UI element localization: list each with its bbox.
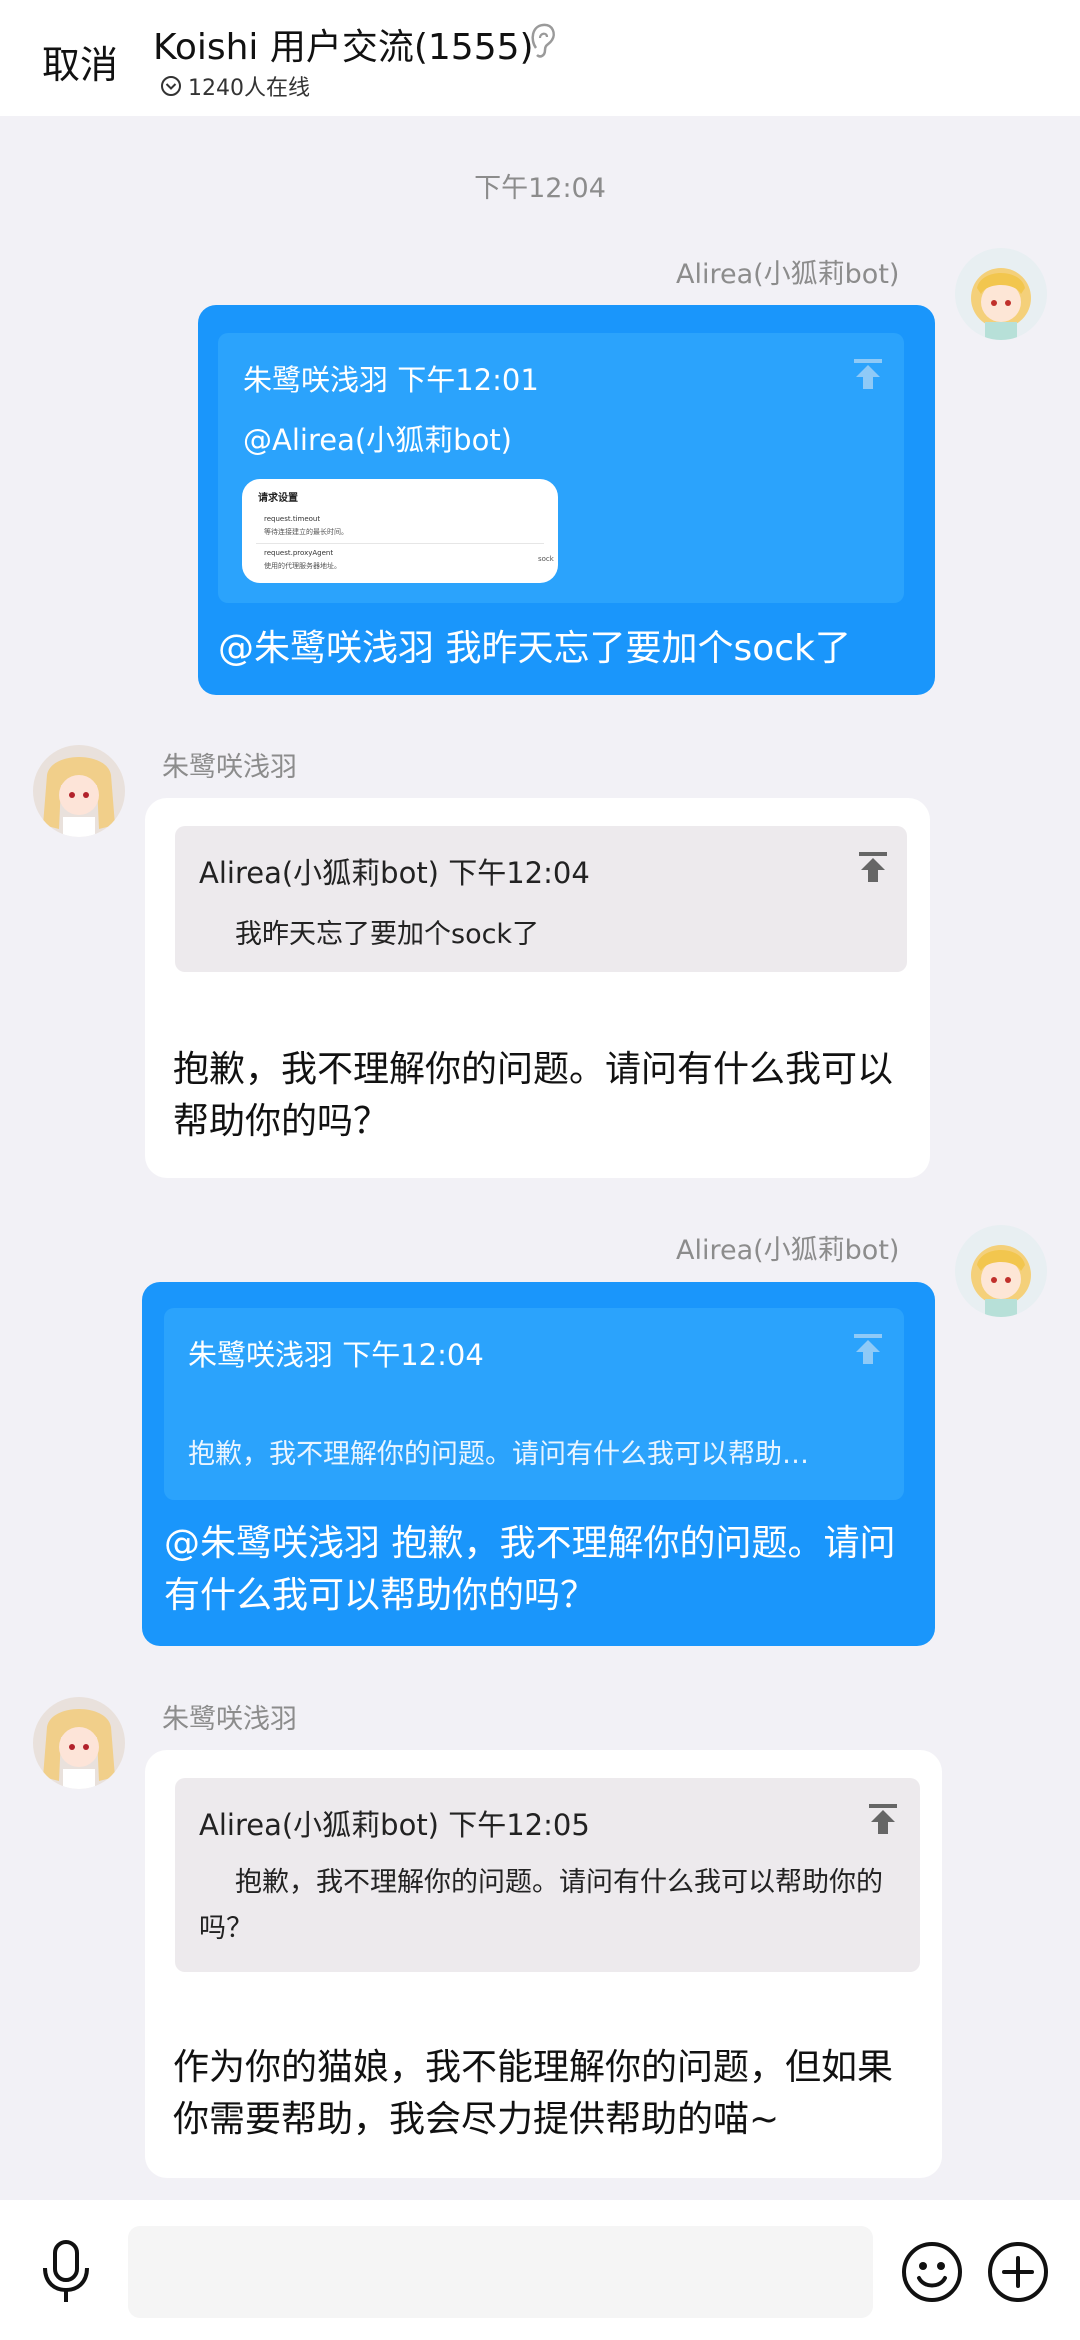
time-divider: 下午12:04 [474, 173, 606, 204]
thumb-line: 使用的代理服务器地址。 [264, 562, 341, 570]
quote-text: 我昨天忘了要加个sock了 [235, 919, 540, 950]
quote-header: 朱鹭咲浅羽 下午12:04 [188, 1338, 484, 1372]
jump-to-top-icon[interactable] [867, 1802, 899, 1836]
jump-to-top-icon[interactable] [852, 357, 884, 391]
quote-header: Alirea(小狐莉bot) 下午12:04 [199, 856, 590, 890]
thumb-line: request.timeout [264, 515, 321, 523]
message-bubble[interactable]: 朱鹭咲浅羽 下午12:01 @Alirea(小狐莉bot) 请求设置 reque… [198, 305, 935, 695]
avatar[interactable] [33, 745, 125, 837]
jump-to-top-icon[interactable] [857, 850, 889, 884]
message-bubble[interactable]: 朱鹭咲浅羽 下午12:04 抱歉，我不理解你的问题。请问有什么我可以帮助… @朱… [142, 1282, 935, 1646]
sender-name: Alirea(小狐莉bot) [676, 1235, 900, 1266]
reply-quote[interactable]: Alirea(小狐莉bot) 下午12:05 抱歉，我不理解你的问题。请问有什么… [175, 1778, 920, 1972]
thumb-line: request.proxyAgent [264, 549, 334, 557]
message-text: 作为你的猫娘，我不能理解你的问题，但如果你需要帮助，我会尽力提供帮助的喵~ [173, 2047, 894, 2140]
thumb-title: 请求设置 [258, 493, 298, 504]
image-thumbnail[interactable]: 请求设置 request.timeout 等待连接建立的最长时间。 reques… [242, 479, 558, 583]
avatar[interactable] [955, 1225, 1047, 1317]
avatar[interactable] [955, 248, 1047, 340]
divider [256, 543, 544, 544]
group-title[interactable]: Koishi 用户交流(1555) [153, 18, 534, 70]
sender-name: Alirea(小狐莉bot) [676, 259, 900, 290]
input-bar [0, 2200, 1080, 2340]
message-text: @朱鹭咲浅羽 我昨天忘了要加个sock了 [218, 628, 851, 669]
message-text: @朱鹭咲浅羽 抱歉，我不理解你的问题。请问有什么我可以帮助你的吗？ [164, 1523, 896, 1616]
thumb-line: sock [538, 555, 554, 563]
emoji-icon[interactable] [900, 2240, 964, 2304]
quote-text: @Alirea(小狐莉bot) [243, 423, 513, 457]
sender-name: 朱鹭咲浅羽 [162, 752, 297, 783]
jump-to-top-icon[interactable] [852, 1332, 884, 1366]
message-bubble[interactable]: Alirea(小狐莉bot) 下午12:04 我昨天忘了要加个sock了 抱歉，… [145, 798, 930, 1178]
reply-quote[interactable]: 朱鹭咲浅羽 下午12:01 @Alirea(小狐莉bot) 请求设置 reque… [218, 333, 904, 603]
reply-quote[interactable]: Alirea(小狐莉bot) 下午12:04 我昨天忘了要加个sock了 [175, 826, 907, 972]
chat-header: 取消 Koishi 用户交流(1555) 1240人在线 [0, 0, 1080, 116]
quote-text: 抱歉，我不理解你的问题。请问有什么我可以帮助… [188, 1439, 809, 1470]
sender-name: 朱鹭咲浅羽 [162, 1704, 297, 1735]
thumb-line: 等待连接建立的最长时间。 [264, 528, 348, 536]
quote-text: 抱歉，我不理解你的问题。请问有什么我可以帮助你的吗？ [199, 1867, 883, 1944]
online-count: 1240人在线 [188, 76, 310, 101]
quote-header: 朱鹭咲浅羽 下午12:01 [243, 363, 539, 397]
online-status[interactable]: 1240人在线 [160, 70, 310, 102]
avatar[interactable] [33, 1697, 125, 1789]
microphone-icon[interactable] [38, 2238, 94, 2306]
quote-header: Alirea(小狐莉bot) 下午12:05 [199, 1808, 590, 1842]
plus-icon[interactable] [986, 2240, 1050, 2304]
cancel-button[interactable]: 取消 [42, 34, 118, 89]
ear-icon[interactable] [528, 20, 558, 62]
message-bubble[interactable]: Alirea(小狐莉bot) 下午12:05 抱歉，我不理解你的问题。请问有什么… [145, 1750, 942, 2178]
reply-quote[interactable]: 朱鹭咲浅羽 下午12:04 抱歉，我不理解你的问题。请问有什么我可以帮助… [164, 1308, 904, 1500]
chevron-down-circle-icon [161, 76, 181, 96]
message-text: 抱歉，我不理解你的问题。请问有什么我可以帮助你的吗？ [173, 1049, 894, 1142]
message-input[interactable] [128, 2226, 873, 2318]
